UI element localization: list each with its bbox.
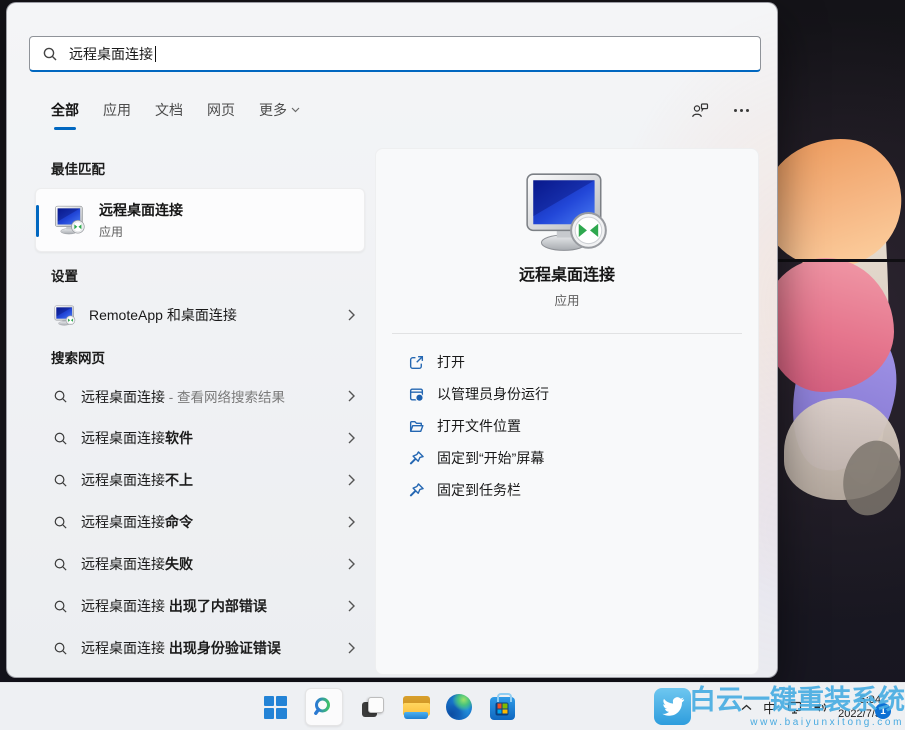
action-open[interactable]: 打开 (392, 346, 742, 378)
notification-badge[interactable]: 1 (875, 703, 891, 719)
tab-web[interactable]: 网页 (207, 100, 235, 130)
chevron-right-icon (348, 390, 355, 402)
divider (392, 333, 742, 334)
action-pin[interactable]: 固定到“开始”屏幕 (392, 442, 742, 474)
action-label: 固定到任务栏 (437, 480, 521, 500)
search-icon (53, 431, 68, 446)
settings-result-label: RemoteApp 和桌面连接 (89, 305, 237, 325)
task-view-icon[interactable] (360, 694, 386, 720)
web-suggestions-list: 远程桌面连接 - 查看网络搜索结果远程桌面连接软件远程桌面连接不上远程桌面连接命… (35, 375, 365, 669)
chevron-right-icon (348, 642, 355, 654)
web-suggestion-row[interactable]: 远程桌面连接 出现了内部错误 (35, 585, 365, 627)
preview-actions-list: 打开以管理员身份运行打开文件位置固定到“开始”屏幕固定到任务栏 (392, 346, 742, 506)
search-icon[interactable] (305, 688, 343, 726)
web-suggestion-row[interactable]: 远程桌面连接 出现身份验证错误 (35, 627, 365, 669)
section-header-best-match: 最佳匹配 (51, 158, 105, 178)
search-input[interactable]: 远程桌面连接 (29, 36, 761, 72)
suggestion-text: 远程桌面连接 - 查看网络搜索结果 (81, 386, 285, 407)
chevron-down-icon (291, 107, 300, 113)
action-label: 打开文件位置 (437, 416, 521, 436)
web-suggestion-row[interactable]: 远程桌面连接 - 查看网络搜索结果 (35, 375, 365, 417)
suggestion-text: 远程桌面连接软件 (81, 428, 193, 448)
settings-result-remoteapp[interactable]: RemoteApp 和桌面连接 (35, 295, 365, 335)
action-folder[interactable]: 打开文件位置 (392, 410, 742, 442)
folder-icon (408, 418, 425, 435)
result-preview-pane: 远程桌面连接 应用 打开以管理员身份运行打开文件位置固定到“开始”屏幕固定到任务… (375, 148, 759, 675)
taskbar-clock[interactable]: 5:04 2022/7/5 (838, 693, 881, 722)
chevron-right-icon (348, 309, 355, 321)
search-icon (42, 46, 58, 62)
chevron-right-icon (348, 600, 355, 612)
best-match-title: 远程桌面连接 (99, 200, 183, 220)
search-icon (53, 557, 68, 572)
action-label: 以管理员身份运行 (437, 384, 549, 404)
tab-label: 网页 (207, 100, 235, 120)
start-icon[interactable] (262, 694, 288, 720)
action-label: 打开 (437, 352, 465, 372)
search-flyout-panel: 远程桌面连接 全部应用文档网页更多 最佳匹配 远程桌面连接 应用 设置 Remo… (6, 2, 778, 678)
taskbar: 中 5:04 2022/7/5 1 (0, 682, 905, 730)
chevron-right-icon (348, 432, 355, 444)
search-filter-tabs: 全部 应用 文档 网页 更多 (51, 100, 300, 130)
search-query-text: 远程桌面连接 (69, 44, 153, 64)
pin-icon (408, 450, 425, 467)
section-header-web-search: 搜索网页 (51, 347, 105, 367)
edge-icon[interactable] (446, 694, 472, 720)
section-header-settings: 设置 (51, 265, 78, 285)
remote-desktop-icon (53, 305, 77, 326)
file-explorer-icon[interactable] (403, 694, 429, 720)
search-icon (53, 473, 68, 488)
run-admin-icon (408, 386, 425, 403)
network-icon[interactable] (787, 701, 802, 714)
tab-more[interactable]: 更多 (259, 100, 300, 130)
remote-desktop-icon (53, 205, 87, 235)
tab-label: 更多 (259, 100, 287, 120)
best-match-result[interactable]: 远程桌面连接 应用 (35, 188, 365, 252)
chevron-right-icon (348, 474, 355, 486)
text-caret (155, 46, 156, 62)
chevron-right-icon (348, 516, 355, 528)
wallpaper-line (778, 259, 905, 262)
tab-label: 全部 (51, 100, 79, 120)
clock-time: 5:04 (838, 693, 881, 707)
search-icon (53, 599, 68, 614)
tab-apps[interactable]: 应用 (103, 100, 131, 130)
web-suggestion-row[interactable]: 远程桌面连接命令 (35, 501, 365, 543)
tab-all[interactable]: 全部 (51, 100, 79, 130)
search-icon (53, 389, 68, 404)
remote-desktop-icon (521, 171, 613, 253)
chevron-right-icon (348, 558, 355, 570)
tab-label: 文档 (155, 100, 183, 120)
action-run-admin[interactable]: 以管理员身份运行 (392, 378, 742, 410)
suggestion-text: 远程桌面连接不上 (81, 470, 193, 490)
suggestion-text: 远程桌面连接 出现了内部错误 (81, 596, 267, 616)
search-icon (53, 641, 68, 656)
web-suggestion-row[interactable]: 远程桌面连接不上 (35, 459, 365, 501)
action-pin[interactable]: 固定到任务栏 (392, 474, 742, 506)
more-options-icon[interactable] (734, 109, 749, 112)
search-account-icon[interactable] (690, 101, 710, 120)
web-suggestion-row[interactable]: 远程桌面连接失败 (35, 543, 365, 585)
store-icon[interactable] (489, 694, 515, 720)
tab-documents[interactable]: 文档 (155, 100, 183, 130)
open-icon (408, 354, 425, 371)
preview-title: 远程桌面连接 (376, 261, 758, 285)
search-icon (53, 515, 68, 530)
pin-icon (408, 482, 425, 499)
tab-label: 应用 (103, 100, 131, 120)
suggestion-text: 远程桌面连接 出现身份验证错误 (81, 638, 281, 658)
selection-accent-bar (36, 205, 39, 237)
best-match-subtitle: 应用 (99, 223, 183, 240)
web-suggestion-row[interactable]: 远程桌面连接软件 (35, 417, 365, 459)
suggestion-text: 远程桌面连接失败 (81, 554, 193, 574)
hidden-icons-chevron-icon[interactable] (741, 704, 752, 711)
action-label: 固定到“开始”屏幕 (437, 448, 544, 468)
volume-icon[interactable] (813, 701, 827, 714)
ime-indicator[interactable]: 中 (763, 698, 776, 717)
preview-subtitle: 应用 (376, 290, 758, 309)
suggestion-text: 远程桌面连接命令 (81, 512, 193, 532)
